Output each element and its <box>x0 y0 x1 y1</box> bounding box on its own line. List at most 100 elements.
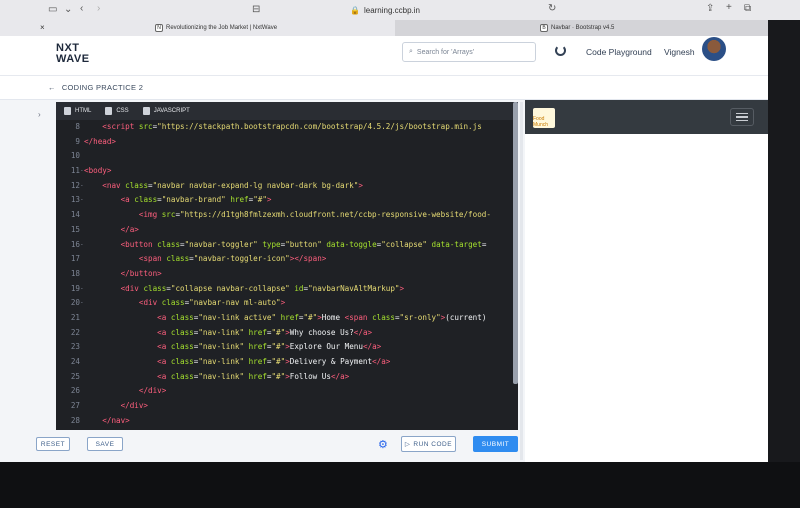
share-icon[interactable]: ⇪ <box>706 3 714 14</box>
hamburger-icon <box>736 112 748 115</box>
code-text: <script src="https://stackpath.bootstrap… <box>102 122 482 131</box>
code-line[interactable]: 15 </a> <box>56 223 512 238</box>
food-munch-logo[interactable]: Food Munch <box>533 108 555 128</box>
code-line[interactable]: 12- <nav class="navbar navbar-expand-lg … <box>56 179 512 194</box>
code-line[interactable]: 28 </nav> <box>56 414 512 429</box>
line-number: 13 <box>70 195 80 205</box>
preview-navbar: Food Munch <box>525 100 768 134</box>
address-bar[interactable]: 🔒 learning.ccbp.in <box>350 3 460 17</box>
code-text: <a class="navbar-brand" href="#"> <box>120 195 272 205</box>
line-number: 27 <box>70 401 80 411</box>
editor-scrollbar[interactable] <box>513 102 518 384</box>
reader-icon[interactable]: ⊟ <box>252 4 260 15</box>
code-area[interactable]: 8 <script src="https://stackpath.bootstr… <box>56 120 512 430</box>
code-editor[interactable]: HTML CSS JAVASCRIPT 8 <script src="https… <box>56 102 518 430</box>
screen-bezel <box>768 20 800 508</box>
code-line[interactable]: 20- <div class="navbar-nav ml-auto"> <box>56 296 512 311</box>
editor-actions: RESET SAVE ⚙ ▷ RUN CODE SUBMIT <box>0 432 520 460</box>
code-line[interactable]: 25 <a class="nav-link" href="#">Follow U… <box>56 370 512 385</box>
code-line[interactable]: 8 <script src="https://stackpath.bootstr… <box>56 120 512 135</box>
submit-button[interactable]: SUBMIT <box>473 436 518 452</box>
code-text: <nav class="navbar navbar-expand-lg navb… <box>102 180 363 190</box>
close-tab-icon[interactable]: × <box>40 23 45 32</box>
code-line[interactable]: 22 <a class="nav-link" href="#">Why choo… <box>56 326 512 341</box>
code-text: </head> <box>84 136 117 146</box>
chevron-down-icon[interactable]: ⌄ <box>64 4 72 15</box>
line-number: 20 <box>70 298 80 308</box>
gear-icon[interactable]: ⚙ <box>378 438 388 451</box>
code-line[interactable]: 19- <div class="collapse navbar-collapse… <box>56 282 512 297</box>
code-playground-link[interactable]: Code Playground <box>586 47 652 57</box>
forward-arrow-icon[interactable]: › <box>97 3 100 14</box>
code-line[interactable]: 26 </div> <box>56 384 512 399</box>
line-number: 12 <box>70 180 80 190</box>
tab-css[interactable]: CSS <box>105 107 129 115</box>
editor-tabs: HTML CSS JAVASCRIPT <box>56 102 518 120</box>
pane-resize-handle[interactable] <box>520 102 523 460</box>
line-number: 8 <box>75 122 80 131</box>
tab-html[interactable]: HTML <box>64 107 91 115</box>
new-tab-icon[interactable]: + <box>726 2 732 13</box>
code-text: <img src="https://d1tgh8fmlzexmh.cloudfr… <box>138 210 491 220</box>
sidebar-toggle-icon[interactable]: ▭ <box>48 4 57 15</box>
line-number: 14 <box>70 210 80 220</box>
nxtwave-logo[interactable]: NXT WAVE <box>56 43 90 65</box>
code-line[interactable]: 27 </div> <box>56 399 512 414</box>
code-line[interactable]: 14 <img src="https://d1tgh8fmlzexmh.clou… <box>56 208 512 223</box>
search-icon: ⌕ <box>409 48 413 55</box>
line-number: 21 <box>70 312 80 322</box>
reset-button[interactable]: RESET <box>36 437 70 451</box>
code-line[interactable]: 9 </head> <box>56 135 512 150</box>
tab-javascript[interactable]: JAVASCRIPT <box>142 107 190 115</box>
back-arrow-icon[interactable]: ‹ <box>80 3 83 14</box>
line-number: 18 <box>70 268 80 278</box>
page-title: CODING PRACTICE 2 <box>61 83 144 92</box>
browser-tab-bootstrap[interactable]: B Navbar · Bootstrap v4.5 <box>395 20 800 36</box>
code-line[interactable]: 11- <body> <box>56 164 512 179</box>
line-number: 10 <box>70 151 80 161</box>
code-text: <div class="collapse navbar-collapse" id… <box>120 283 405 293</box>
code-text: <a class="nav-link active" href="#">Home… <box>157 312 487 322</box>
line-number: 25 <box>70 371 80 381</box>
code-text: <body> <box>84 166 112 176</box>
navbar-toggler-button[interactable] <box>730 108 754 126</box>
user-name[interactable]: Vignesh <box>664 47 695 57</box>
code-line[interactable]: 10 <box>56 149 512 164</box>
run-code-button[interactable]: ▷ RUN CODE <box>401 436 456 452</box>
search-input[interactable]: ⌕ Search for 'Arrays' <box>402 42 536 62</box>
browser-tab-nxtwave[interactable]: × N Revolutionizing the Job Market | Nxt… <box>0 20 395 36</box>
lock-icon: 🔒 <box>350 5 360 15</box>
html-file-icon <box>64 107 71 115</box>
output-preview: Food Munch <box>525 100 768 462</box>
code-text: </div> <box>120 401 149 411</box>
code-line[interactable]: 17 <span class="navbar-toggler-icon"></s… <box>56 252 512 267</box>
tab-overview-icon[interactable]: ⧉ <box>744 3 751 14</box>
reload-icon[interactable]: ↻ <box>548 3 556 14</box>
code-text: <a class="nav-link" href="#">Follow Us</… <box>157 371 350 381</box>
code-line[interactable]: 23 <a class="nav-link" href="#">Explore … <box>56 340 512 355</box>
line-number: 24 <box>70 357 80 366</box>
tab-title: Navbar · Bootstrap v4.5 <box>551 25 615 31</box>
save-button[interactable]: SAVE <box>87 437 123 451</box>
code-text: </div> <box>138 386 167 396</box>
progress-ring-icon[interactable] <box>555 45 566 56</box>
code-line[interactable]: 13- <a class="navbar-brand" href="#"> <box>56 193 512 208</box>
code-line[interactable]: 18 </button> <box>56 267 512 282</box>
line-number: 19 <box>70 283 80 293</box>
avatar[interactable] <box>702 37 726 61</box>
code-text: <a class="nav-link" href="#">Delivery & … <box>157 357 391 366</box>
code-text: </nav> <box>102 415 130 425</box>
back-arrow-icon[interactable]: ← <box>48 83 56 92</box>
code-line[interactable]: 21 <a class="nav-link active" href="#">H… <box>56 311 512 326</box>
code-line[interactable]: 16- <button class="navbar-toggler" type=… <box>56 238 512 253</box>
code-line[interactable]: 24 <a class="nav-link" href="#">Delivery… <box>56 355 512 370</box>
line-number: 28 <box>70 415 80 425</box>
bootstrap-favicon-icon: B <box>540 24 548 32</box>
line-number: 16 <box>70 239 80 249</box>
line-number: 29 <box>56 428 80 430</box>
line-number: 17 <box>70 254 80 264</box>
js-file-icon <box>142 107 150 115</box>
code-line[interactable]: 29 </body> <box>56 428 512 430</box>
code-text: <button class="navbar-toggler" type="but… <box>120 239 487 249</box>
chevron-right-icon[interactable]: › <box>38 110 41 119</box>
